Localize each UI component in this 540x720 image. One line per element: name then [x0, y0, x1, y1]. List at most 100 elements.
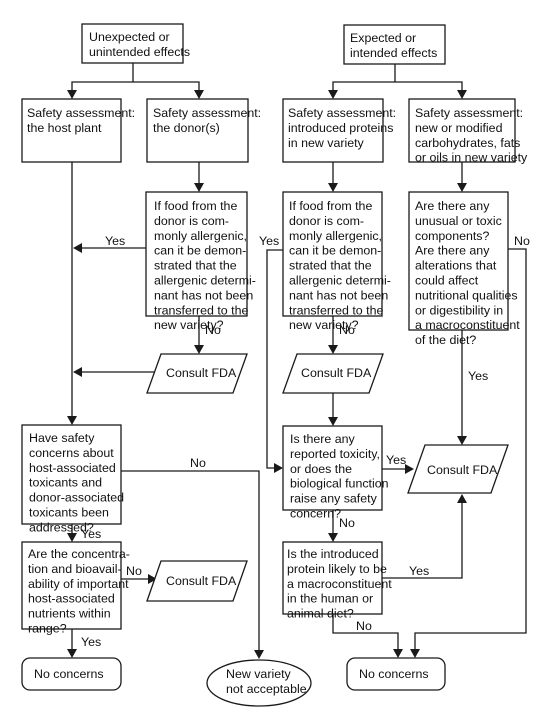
- node-text-line: New variety: [226, 667, 292, 681]
- node-text-line: of the diet?: [415, 333, 476, 347]
- node-text-line: Safety assessment:: [27, 106, 135, 120]
- node-text-line: or does the: [290, 462, 352, 476]
- text-no-concerns-2: No concerns: [359, 667, 429, 681]
- arrowhead-down: [410, 649, 420, 658]
- node-text-line: raise any safety: [290, 492, 378, 506]
- node-text-line: unusual or toxic: [415, 214, 502, 228]
- text-consult-fda-2: Consult FDA: [301, 366, 372, 380]
- node-text-line: introduced proteins: [288, 121, 393, 135]
- node-text-line: range?: [28, 622, 67, 636]
- node-text-line: reported toxicity,: [290, 447, 380, 461]
- edge-label-toxicity-no: No: [339, 516, 355, 530]
- node-text-line: monly allergenic,: [289, 229, 382, 243]
- edge-label-donor-no: No: [205, 323, 221, 337]
- node-text-line: can it be demon-: [154, 244, 246, 258]
- node-text-line: toxicants and: [29, 476, 102, 490]
- arrowhead-down: [328, 533, 338, 542]
- node-text-line: or digestibility in: [415, 303, 503, 317]
- node-text-line: host-associated: [28, 592, 115, 606]
- node-text-line: Safety assessment:: [153, 106, 261, 120]
- node-text-line: host-associated: [29, 461, 116, 475]
- node-text-line: transferred to the: [289, 303, 383, 317]
- flowchart: Unexpected or unintended effects Expected…: [21, 23, 530, 707]
- node-text-line: Consult FDA: [166, 574, 237, 588]
- node-text-line: the host plant: [27, 121, 102, 135]
- node-text-line: Consult FDA: [166, 366, 237, 380]
- arrowhead-down: [194, 90, 204, 99]
- node-text-line: protein likely to be: [287, 562, 387, 576]
- edge-label-protein-no: No: [339, 323, 355, 337]
- node-text-line: can it be demon-: [289, 244, 381, 258]
- node-text-line: nutritional qualities: [415, 288, 518, 302]
- arrowhead-right: [274, 463, 283, 473]
- node-text-line: No concerns: [359, 667, 429, 681]
- node-text-line: Are there any: [415, 199, 490, 213]
- node-text-line: the donor(s): [153, 121, 220, 135]
- arrowhead-down: [67, 649, 77, 658]
- node-text-line: Consult FDA: [301, 366, 372, 380]
- edge-label-carbs-no: No: [514, 234, 530, 248]
- connector-unexpected-split: [71, 63, 200, 92]
- arrowhead-up: [457, 494, 467, 503]
- node-text-line: in new variety: [288, 136, 365, 150]
- edge-label-macro-no: No: [356, 619, 372, 633]
- arrowhead-down: [67, 416, 77, 425]
- node-text-line: concerns about: [29, 446, 114, 460]
- arrowhead-down: [457, 90, 467, 99]
- text-consult-fda-3: Consult FDA: [427, 463, 498, 477]
- arrowhead-left: [73, 367, 82, 377]
- node-text-line: Is the introduced: [287, 547, 379, 561]
- node-text-line: transferred to the: [154, 303, 248, 317]
- edge-label-toxicants-no: No: [190, 456, 206, 470]
- node-text-line: a macroconstituent: [287, 577, 392, 591]
- node-text-line: Are the concentra-: [28, 547, 130, 561]
- edge-label-nutrients-no: No: [126, 564, 142, 578]
- node-text-line: donor is com-: [289, 214, 364, 228]
- node-text-line: strated that the: [289, 259, 372, 273]
- arrowhead-down: [254, 650, 264, 659]
- node-text-line: nant has not been: [289, 288, 388, 302]
- connector-protein-yes: [266, 249, 283, 469]
- arrowhead-left: [73, 243, 82, 253]
- edge-label-toxicity-yes: Yes: [386, 453, 406, 467]
- node-text-line: could affect: [415, 274, 479, 288]
- node-text-line: new or modified: [415, 121, 503, 135]
- edge-label-macro-yes: Yes: [409, 564, 429, 578]
- arrowhead-down: [457, 436, 467, 445]
- node-text-line: intended effects: [350, 46, 437, 60]
- node-text-line: biological function: [290, 477, 389, 491]
- text-consult-fda-1: Consult FDA: [166, 366, 237, 380]
- arrowhead-down: [328, 345, 338, 354]
- node-text-line: donor-associated: [29, 491, 124, 505]
- node-text-line: Unexpected or: [89, 30, 170, 44]
- node-text-line: nutrients within: [28, 607, 111, 621]
- arrowhead-down: [67, 90, 77, 99]
- connector-expected-split: [332, 64, 463, 92]
- text-carbs: Safety assessment: new or modified carbohy…: [415, 106, 528, 165]
- node-text-line: Have safety: [29, 431, 95, 445]
- text-no-concerns-1: No concerns: [34, 667, 104, 681]
- node-text-line: animal diet?: [287, 607, 354, 621]
- node-text-line: monly allergenic,: [154, 229, 247, 243]
- node-text-line: strated that the: [154, 259, 237, 273]
- node-text-line: Expected or: [350, 31, 416, 45]
- node-text-line: allergenic determi-: [289, 274, 391, 288]
- node-text-line: allergenic determi-: [154, 274, 256, 288]
- arrowhead-down: [328, 90, 338, 99]
- arrowhead-down: [328, 183, 338, 192]
- node-text-line: tion and bioavail-: [28, 562, 122, 576]
- node-text-line: in the human or: [287, 592, 373, 606]
- node-text-line: nant has not been: [154, 288, 253, 302]
- node-text-line: Is there any: [290, 432, 356, 446]
- node-text-line: Safety assessment:: [415, 106, 523, 120]
- node-text-line: ability of important: [28, 577, 129, 591]
- node-text-line: carbohydrates, fats: [415, 136, 520, 150]
- node-text-line: concern?: [290, 507, 341, 521]
- node-text-line: Safety assessment:: [288, 106, 396, 120]
- arrowhead-down: [457, 183, 467, 192]
- node-text-line: donor is com-: [154, 214, 229, 228]
- node-text-line: a macroconstituent: [415, 318, 520, 332]
- node-text-line: alterations that: [415, 259, 497, 273]
- node-text-line: not acceptable: [226, 682, 307, 696]
- node-text-line: Consult FDA: [427, 463, 498, 477]
